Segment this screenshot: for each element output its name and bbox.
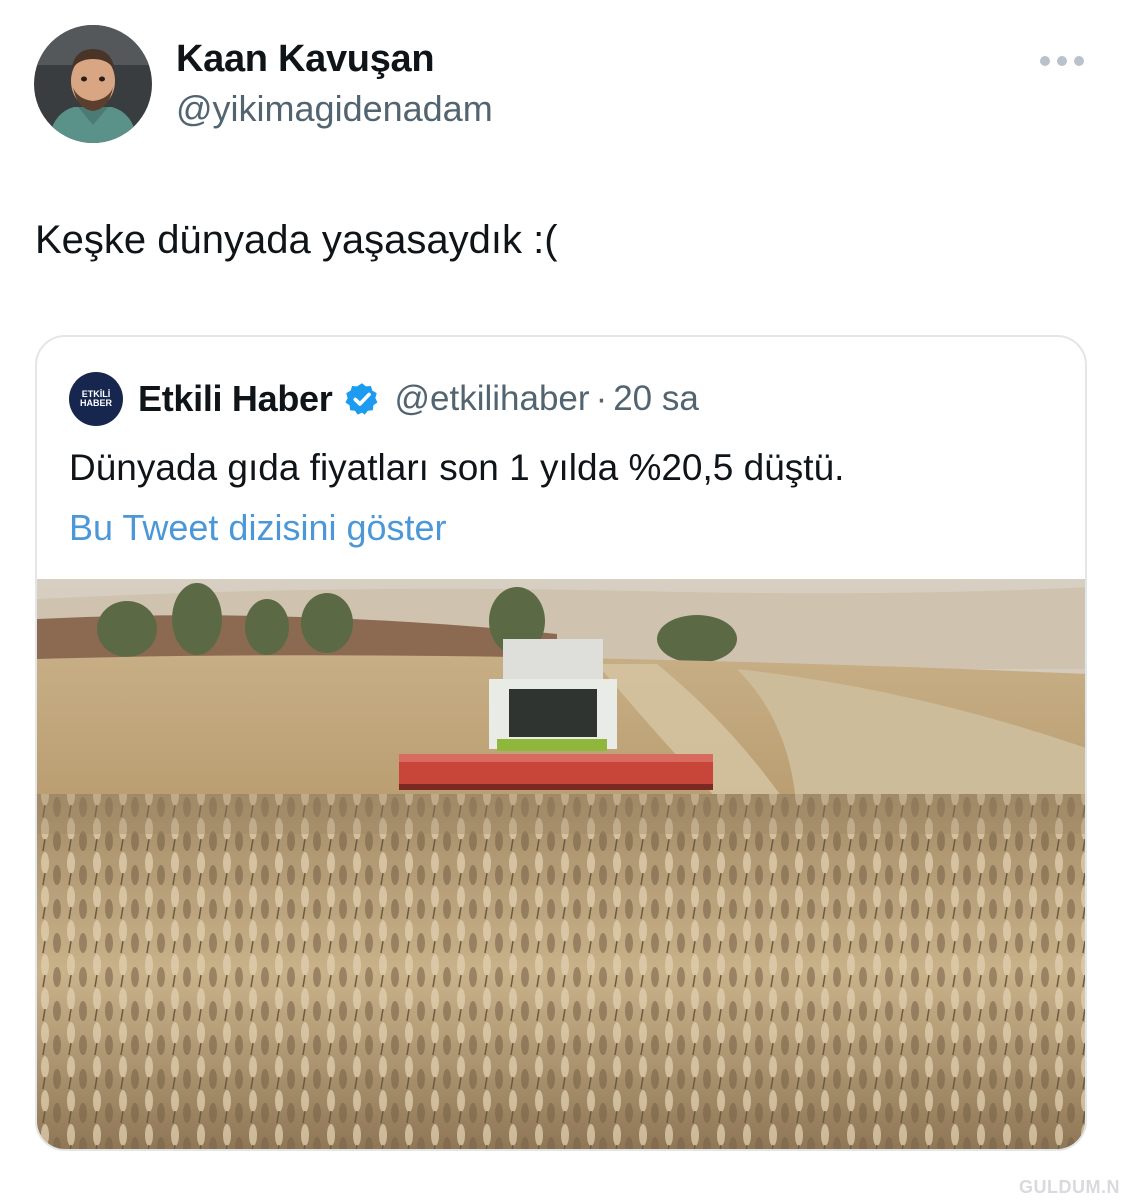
more-dot — [1040, 56, 1050, 66]
more-dot — [1074, 56, 1084, 66]
quoted-tweet-header: ETKİLİ HABER Etkili Haber @etkilihaber ·… — [69, 372, 699, 426]
more-dot — [1057, 56, 1067, 66]
profile-photo — [34, 25, 152, 143]
quoted-display-name[interactable]: Etkili Haber — [138, 378, 333, 420]
quoted-timestamp[interactable]: 20 sa — [613, 379, 699, 419]
show-thread-link[interactable]: Bu Tweet dizisini göster — [69, 507, 447, 549]
wheat-harvest-photo — [37, 579, 1085, 1149]
quoted-handle[interactable]: @etkilihaber — [394, 379, 589, 419]
etkili-haber-logo[interactable]: ETKİLİ HABER — [69, 372, 123, 426]
verified-badge-icon — [345, 383, 378, 415]
separator-dot: · — [595, 379, 608, 418]
tweet-text: Keşke dünyada yaşasaydık :( — [35, 218, 558, 262]
author-handle[interactable]: @yikimagidenadam — [176, 88, 493, 130]
logo-line-2: HABER — [79, 398, 112, 408]
author-avatar[interactable] — [34, 25, 152, 143]
more-options-icon[interactable] — [1040, 52, 1084, 70]
quoted-tweet-image[interactable] — [37, 579, 1085, 1149]
author-display-name[interactable]: Kaan Kavuşan — [176, 38, 435, 81]
quoted-tweet-text: Dünyada gıda fiyatları son 1 yılda %20,5… — [69, 447, 845, 488]
quoted-tweet-card[interactable]: ETKİLİ HABER Etkili Haber @etkilihaber ·… — [35, 335, 1087, 1151]
site-watermark: GULDUM.NET — [1019, 1177, 1121, 1197]
